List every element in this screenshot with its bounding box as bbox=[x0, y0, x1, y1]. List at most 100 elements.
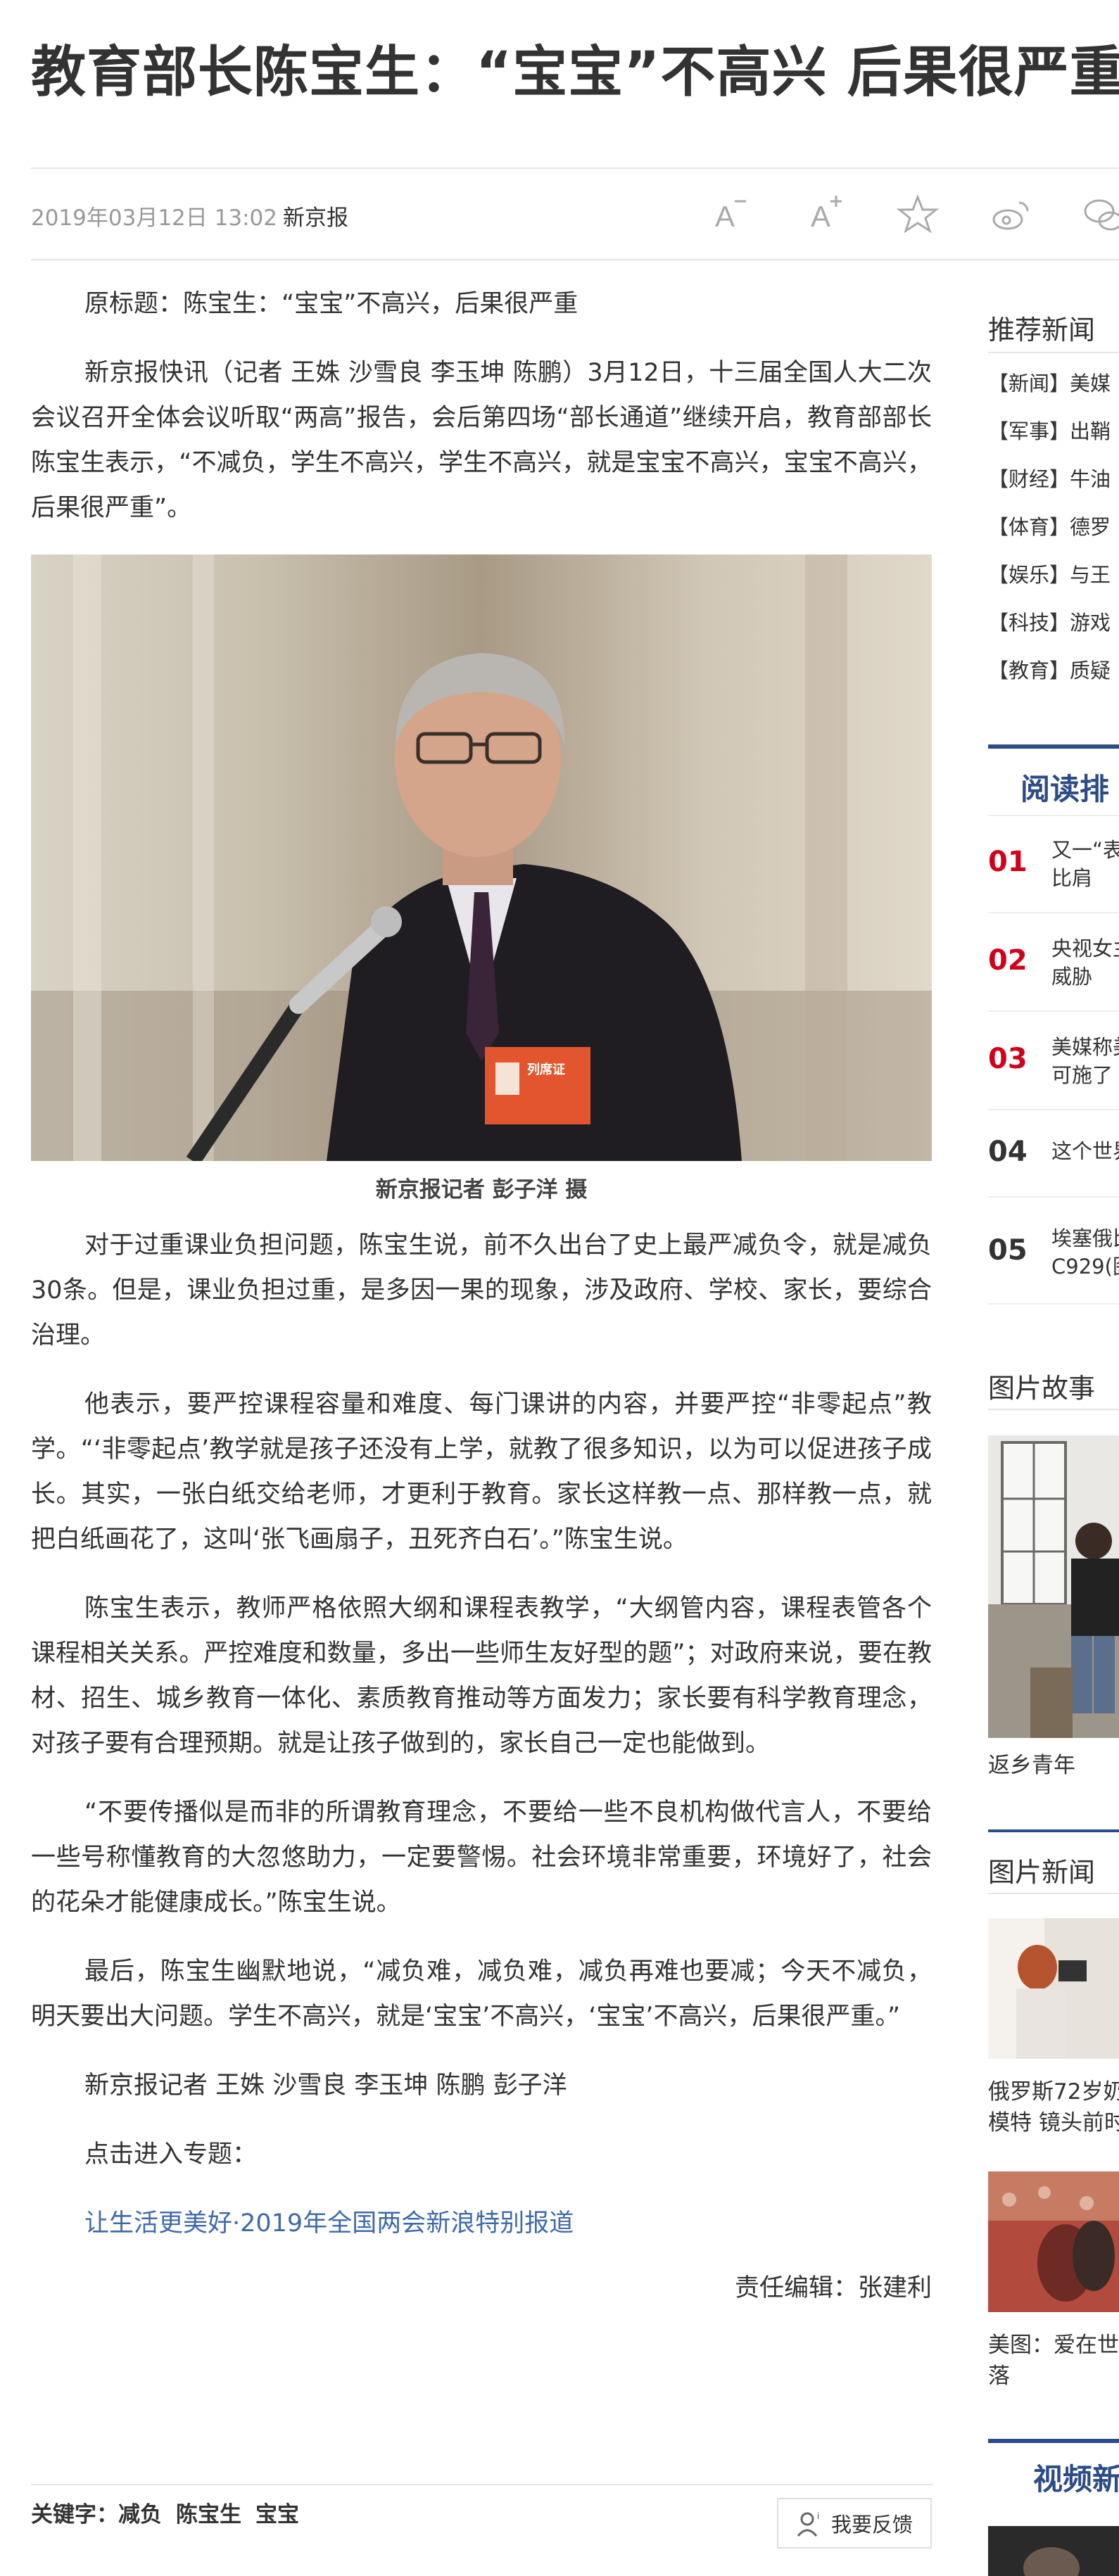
section-accent-bar bbox=[988, 1829, 1119, 1832]
photo-news-caption[interactable]: 美图：爱在世界 bbox=[988, 2329, 1119, 2361]
photo-news-image[interactable] bbox=[988, 2171, 1119, 2312]
ranking-item[interactable]: 03 美媒称美 可施了 bbox=[988, 1032, 1119, 1102]
news-headline[interactable]: 美媒 bbox=[1070, 372, 1111, 395]
news-headline[interactable]: 德罗 bbox=[1070, 515, 1111, 539]
ranking-item[interactable]: 04 这个世界 bbox=[988, 1131, 1119, 1174]
news-headline[interactable]: 质疑 bbox=[1070, 659, 1111, 683]
favorite-star-icon[interactable] bbox=[895, 191, 940, 236]
recommend-item[interactable]: 【体育】德罗 bbox=[988, 511, 1111, 540]
topic-link[interactable]: 让生活更美好·2019年全国两会新浪特别报道 bbox=[31, 2201, 932, 2246]
font-increase-icon[interactable]: A bbox=[804, 191, 849, 236]
recommend-item[interactable]: 【教育】质疑 bbox=[988, 654, 1111, 684]
credential-badge-label: 列席证 bbox=[527, 1062, 565, 1077]
source-link[interactable]: 新京报 bbox=[283, 200, 348, 231]
divider bbox=[988, 1303, 1119, 1305]
divider bbox=[988, 352, 1119, 353]
rank-headline[interactable]: 美媒称美 bbox=[1051, 1033, 1119, 1061]
keyword-link[interactable]: 陈宝生 bbox=[176, 2502, 241, 2527]
rank-headline-cont[interactable]: 比肩 bbox=[1051, 864, 1092, 892]
rank-number: 05 bbox=[988, 1234, 1028, 1267]
news-category: 【娱乐】 bbox=[988, 563, 1070, 587]
divider bbox=[31, 167, 1119, 169]
photo-story-title: 图片故事 bbox=[988, 1373, 1096, 1404]
video-news-title: 视频新 bbox=[1033, 2462, 1119, 2496]
recommend-title: 推荐新闻 bbox=[988, 315, 1096, 345]
keyword-link[interactable]: 减负 bbox=[118, 2502, 162, 2527]
feedback-button[interactable]: i 我要反馈 bbox=[777, 2498, 932, 2549]
rank-number: 02 bbox=[988, 944, 1028, 977]
responsible-editor: 责任编辑：张建利 bbox=[734, 2274, 932, 2302]
divider bbox=[31, 2484, 933, 2485]
divider bbox=[988, 1109, 1119, 1110]
recommend-item[interactable]: 【新闻】美媒 bbox=[988, 367, 1111, 397]
weibo-icon[interactable] bbox=[988, 191, 1033, 236]
rank-headline[interactable]: 埃塞俄比 bbox=[1051, 1224, 1119, 1252]
publish-date: 2019年03月12日 13:02 bbox=[31, 205, 277, 231]
section-accent-bar bbox=[988, 744, 1119, 749]
article-body: 原标题：陈宝生：“宝宝”不高兴，后果很严重 新京报快讯（记者 王姝 沙雪良 李玉… bbox=[31, 281, 932, 2311]
divider bbox=[988, 912, 1119, 913]
article-paragraph: 原标题：陈宝生：“宝宝”不高兴，后果很严重 bbox=[84, 290, 579, 318]
rank-headline[interactable]: 这个世界 bbox=[1051, 1137, 1119, 1165]
ranking-item[interactable]: 05 埃塞俄比 C929(图 bbox=[988, 1223, 1119, 1293]
photo-news-caption-cont[interactable]: 模特 镜头前时尚 bbox=[988, 2107, 1119, 2139]
rank-headline[interactable]: 又一“表 bbox=[1051, 836, 1119, 864]
keywords: 关键字：减负 陈宝生 宝宝 bbox=[31, 2496, 313, 2528]
rank-headline[interactable]: 央视女主 bbox=[1051, 934, 1119, 963]
rank-headline-cont[interactable]: 可施了 bbox=[1051, 1061, 1113, 1089]
font-decrease-icon[interactable]: A bbox=[708, 191, 753, 236]
article-paragraph: 新京报快讯（记者 王姝 沙雪良 李玉坤 陈鹏）3月12日，十三届全国人大二次会议… bbox=[31, 359, 932, 522]
svg-text:i: i bbox=[817, 2510, 819, 2521]
ranking-item[interactable]: 01 又一“表 比肩 bbox=[988, 835, 1119, 905]
rank-number: 03 bbox=[988, 1043, 1028, 1075]
photo-story-image[interactable] bbox=[988, 1435, 1119, 1738]
divider bbox=[988, 815, 1119, 816]
divider bbox=[988, 1196, 1119, 1198]
photo-news-caption[interactable]: 俄罗斯72岁奶奶 bbox=[988, 2076, 1119, 2108]
recommend-item[interactable]: 【军事】出鞘 bbox=[988, 415, 1111, 445]
ranking-item[interactable]: 02 央视女主 威胁 bbox=[988, 933, 1119, 1003]
svg-text:A: A bbox=[715, 200, 735, 233]
news-headline[interactable]: 游戏 bbox=[1070, 611, 1111, 635]
recommend-item[interactable]: 【娱乐】与王 bbox=[988, 559, 1111, 588]
section-accent-bar bbox=[988, 2439, 1119, 2443]
wechat-icon[interactable] bbox=[1081, 191, 1119, 236]
divider bbox=[988, 1893, 1119, 1894]
photo-news-caption-cont[interactable]: 落 bbox=[988, 2360, 1010, 2392]
svg-text:A: A bbox=[811, 200, 830, 233]
divider bbox=[31, 259, 1119, 260]
news-headline[interactable]: 与王 bbox=[1070, 563, 1111, 587]
ranking-title: 阅读排 bbox=[1020, 772, 1110, 806]
article-paragraph: 最后，陈宝生幽默地说，“减负难，减负难，减负再难也要减；今天不减负，明天要出大问… bbox=[31, 1958, 932, 2031]
video-thumbnail[interactable] bbox=[988, 2526, 1119, 2576]
article-title: 教育部长陈宝生：“宝宝”不高兴 后果很严重 bbox=[31, 41, 1119, 104]
rank-number: 04 bbox=[988, 1136, 1028, 1168]
rank-headline-cont[interactable]: C929(图 bbox=[1051, 1252, 1119, 1281]
keyword-link[interactable]: 宝宝 bbox=[255, 2502, 299, 2527]
news-category: 【财经】 bbox=[988, 467, 1070, 491]
keywords-label: 关键字： bbox=[31, 2502, 118, 2527]
news-category: 【军事】 bbox=[988, 419, 1070, 443]
rank-headline-cont[interactable]: 威胁 bbox=[1051, 963, 1092, 991]
divider bbox=[988, 1010, 1119, 1012]
reporter-credit: 新京报记者 王姝 沙雪良 李玉坤 陈鹏 彭子洋 bbox=[84, 2071, 567, 2100]
article-paragraph: 陈宝生表示，教师严格依照大纲和课程表教学，“大纲管内容，课程表管各个课程相关关系… bbox=[31, 1594, 932, 1758]
news-category: 【体育】 bbox=[988, 515, 1070, 539]
photo-news-title: 图片新闻 bbox=[988, 1857, 1096, 1888]
news-headline[interactable]: 牛油 bbox=[1070, 467, 1111, 491]
rank-number: 01 bbox=[988, 846, 1028, 878]
news-category: 【教育】 bbox=[988, 659, 1070, 683]
article-paragraph: “不要传播似是而非的所谓教育理念，不要给一些不良机构做代言人，不要给一些号称懂教… bbox=[31, 1798, 932, 1917]
news-category: 【科技】 bbox=[988, 611, 1070, 635]
recommend-item[interactable]: 【科技】游戏 bbox=[988, 607, 1111, 636]
news-headline[interactable]: 出鞘 bbox=[1070, 419, 1111, 443]
article-paragraph: 他表示，要严控课程容量和难度、每门课讲的内容，并要严控“非零起点”教学。“‘非零… bbox=[31, 1390, 932, 1554]
recommend-item[interactable]: 【财经】牛油 bbox=[988, 463, 1111, 493]
article-photo: 列席证 bbox=[31, 554, 932, 1161]
photo-story-caption[interactable]: 返乡青年 bbox=[988, 1749, 1075, 1782]
news-category: 【新闻】 bbox=[988, 372, 1070, 395]
article-paragraph: 对于过重课业负担问题，陈宝生说，前不久出台了史上最严减负令，就是减负30条。但是… bbox=[31, 1231, 932, 1350]
photo-caption: 新京报记者 彭子洋 摄 bbox=[375, 1177, 588, 1203]
photo-news-image[interactable] bbox=[988, 1918, 1119, 2059]
feedback-label: 我要反馈 bbox=[830, 2513, 913, 2537]
